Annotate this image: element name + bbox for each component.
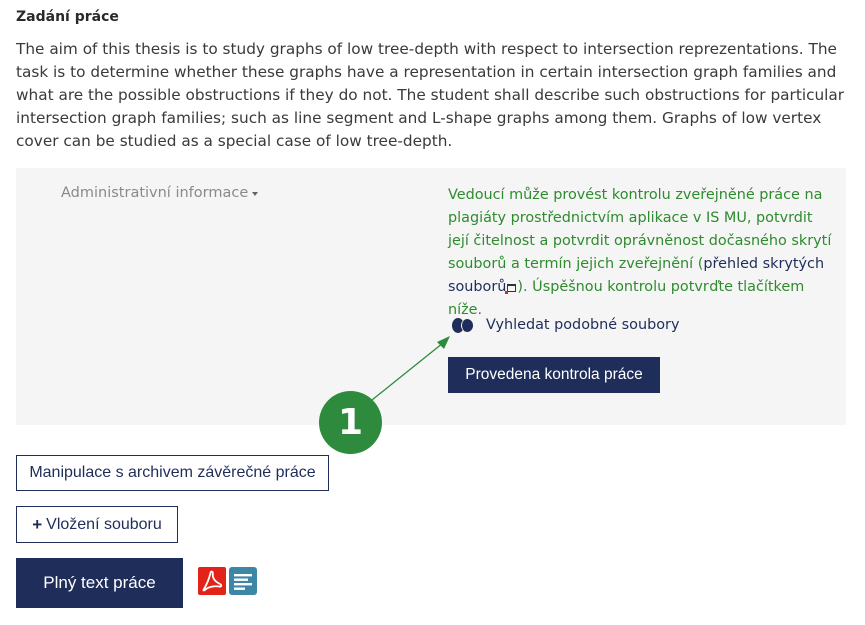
similar-files-link[interactable]: Vyhledat podobné soubory — [452, 316, 679, 334]
assignment-text: The aim of this thesis is to study graph… — [16, 40, 845, 150]
callout-badge: 1 — [319, 391, 382, 454]
supervisor-note: Vedoucí může provést kontrolu zveřejněné… — [448, 184, 833, 322]
confirm-check-button[interactable]: Provedena kontrola práce — [448, 357, 660, 393]
thesis-page: Zadání práce The aim of this thesis is t… — [0, 0, 865, 625]
plus-icon: + — [32, 515, 43, 534]
fulltext-button[interactable]: Plný text práce — [16, 558, 183, 608]
archive-manipulation-button[interactable]: Manipulace s archivem závěrečné práce — [16, 455, 329, 491]
admin-panel: Administrativní informace Vedoucí může p… — [16, 168, 846, 425]
upload-file-label: Vložení souboru — [46, 515, 162, 533]
admin-info-label: Administrativní informace — [61, 185, 249, 201]
similar-files-label: Vyhledat podobné soubory — [486, 317, 680, 333]
upload-file-button[interactable]: + Vložení souboru — [16, 506, 178, 543]
new-window-icon[interactable] — [505, 284, 517, 294]
assignment-heading: Zadání práce — [16, 9, 119, 25]
caret-down-icon — [252, 192, 259, 196]
admin-info-toggle[interactable]: Administrativní informace — [61, 185, 259, 201]
similar-files-icon — [452, 316, 474, 334]
text-document-icon[interactable] — [229, 567, 257, 595]
pdf-icon[interactable] — [198, 567, 226, 595]
